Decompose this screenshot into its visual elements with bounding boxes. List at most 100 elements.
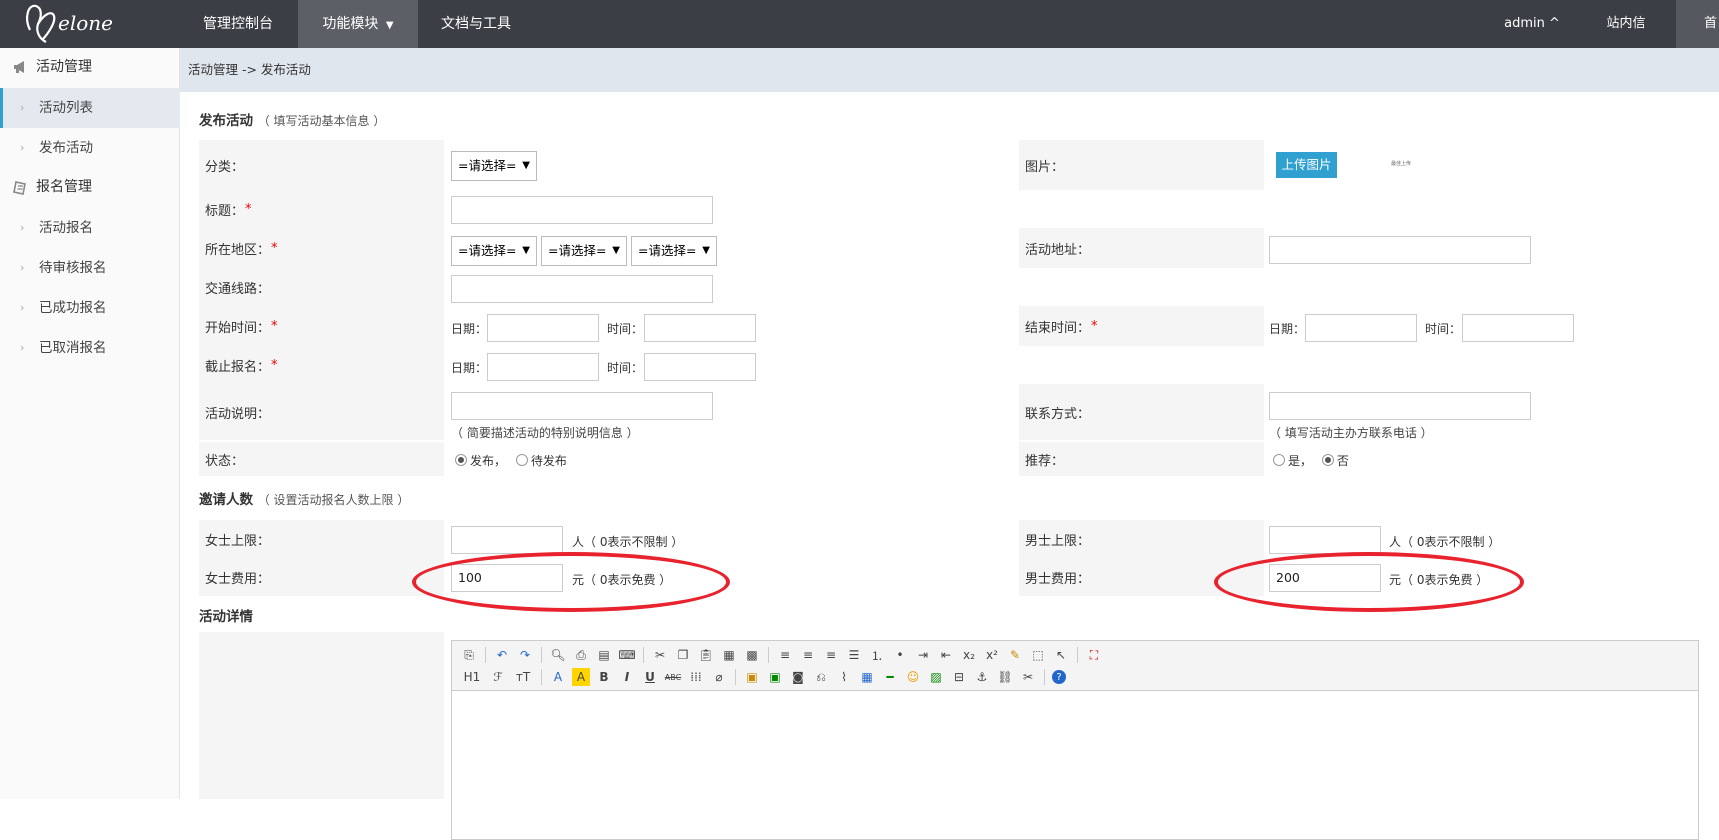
province-select[interactable]: =请选择= ▼ xyxy=(451,236,537,266)
link-icon[interactable]: ⛓ xyxy=(996,668,1014,686)
sidebar-item-activity-registration[interactable]: › 活动报名 xyxy=(0,208,180,248)
help-icon[interactable]: ? xyxy=(1052,670,1066,684)
cut-icon[interactable]: ✂ xyxy=(651,646,669,664)
editor-toolbar: ⎘ ↶ ↷ 🔍︎ ⎙ ▤ ⌨ ✂ ❐ 📋︎ ▦ ▩ ≡ ≡ ≡ ☰ ⒈ • ⇥ … xyxy=(452,641,1698,691)
label-text: 结束时间： xyxy=(1025,320,1091,336)
nav-console[interactable]: 管理控制台 xyxy=(182,0,294,48)
sidebar-group-activity[interactable]: 活动管理 xyxy=(0,48,180,86)
start-date-input[interactable] xyxy=(487,314,599,342)
end-date-input[interactable] xyxy=(1305,314,1417,342)
sidebar-item-label: 活动列表 xyxy=(39,100,93,116)
strikethrough-icon[interactable]: ABC xyxy=(664,668,682,686)
horizontal-rule-icon[interactable]: ━ xyxy=(881,668,899,686)
undo-icon[interactable]: ↶ xyxy=(493,646,511,664)
source-icon[interactable]: ⎘ xyxy=(460,646,478,664)
insert-map-icon[interactable]: ▨ xyxy=(927,668,945,686)
font-family-icon[interactable]: ℱ xyxy=(489,668,507,686)
sidebar-item-cancelled-registration[interactable]: › 已取消报名 xyxy=(0,328,180,368)
topbar-right-button[interactable]: 首 xyxy=(1676,0,1719,48)
outdent-icon[interactable]: ⇤ xyxy=(937,646,955,664)
select-value: =请选择= xyxy=(548,243,607,258)
page-break-icon[interactable]: ⊟ xyxy=(950,668,968,686)
user-menu[interactable]: admin ^ xyxy=(1492,0,1572,48)
superscript-icon[interactable]: x² xyxy=(983,646,1001,664)
underline-icon[interactable]: U xyxy=(641,668,659,686)
copy-icon[interactable]: ❐ xyxy=(674,646,692,664)
category-select[interactable]: =请选择= ▼ xyxy=(451,151,537,181)
female-limit-input[interactable] xyxy=(451,526,563,554)
eraser-icon[interactable]: ⌀ xyxy=(710,668,728,686)
description-input[interactable] xyxy=(451,392,713,420)
transport-input[interactable] xyxy=(451,275,713,303)
deadline-date-input[interactable] xyxy=(487,353,599,381)
messages-link[interactable]: 站内信 xyxy=(1596,0,1656,48)
end-time-input[interactable] xyxy=(1462,314,1574,342)
clear-format-icon[interactable]: ✎ xyxy=(1006,646,1024,664)
heading-icon[interactable]: H1 xyxy=(460,668,484,686)
sidebar-group-registration[interactable]: 报名管理 xyxy=(0,168,180,206)
attachment-icon[interactable]: ⌇ xyxy=(835,668,853,686)
nav-docs[interactable]: 文档与工具 xyxy=(426,0,526,48)
nav-modules[interactable]: 功能模块 ▼ xyxy=(298,0,418,48)
status-publish-radio[interactable]: 发布， xyxy=(455,454,506,468)
recommend-yes-radio[interactable]: 是， xyxy=(1273,454,1312,468)
redo-icon[interactable]: ↷ xyxy=(516,646,534,664)
select-all-icon[interactable]: ⬚ xyxy=(1029,646,1047,664)
insert-table-icon[interactable]: ▦ xyxy=(858,668,876,686)
sidebar-item-pending-registration[interactable]: › 待审核报名 xyxy=(0,248,180,288)
align-left-icon[interactable]: ≡ xyxy=(776,646,794,664)
status-pending-radio[interactable]: 待发布 xyxy=(515,454,567,468)
ordered-list-icon[interactable]: ⒈ xyxy=(868,646,886,664)
unlink-icon[interactable]: ✂ xyxy=(1019,668,1037,686)
emoticon-icon[interactable]: ☺ xyxy=(904,668,922,686)
align-right-icon[interactable]: ≡ xyxy=(822,646,840,664)
text-color-icon[interactable]: A xyxy=(549,668,567,686)
logo[interactable]: elone xyxy=(22,0,132,48)
bold-icon[interactable]: B xyxy=(595,668,613,686)
code-icon[interactable]: ⌨ xyxy=(618,646,636,664)
font-size-icon[interactable]: тT xyxy=(512,668,534,686)
sidebar-item-successful-registration[interactable]: › 已成功报名 xyxy=(0,288,180,328)
indent-icon[interactable]: ⇥ xyxy=(914,646,932,664)
highlight-color-icon[interactable]: A xyxy=(572,668,590,686)
paste-word-icon[interactable]: ▩ xyxy=(743,646,761,664)
male-limit-input[interactable] xyxy=(1269,526,1381,554)
title-input[interactable] xyxy=(451,196,713,224)
paste-icon[interactable]: 📋︎ xyxy=(697,646,715,664)
insert-image-icon[interactable]: ▣ xyxy=(743,668,761,686)
contact-input[interactable] xyxy=(1269,392,1531,420)
insert-flash-icon[interactable]: ▣ xyxy=(766,668,784,686)
recommend-no-radio[interactable]: 否 xyxy=(1321,454,1349,468)
label-female-fee: 女士费用： xyxy=(199,558,444,596)
template-icon[interactable]: ▤ xyxy=(595,646,613,664)
dropdown-arrow-icon: ▼ xyxy=(612,245,620,256)
upload-image-button[interactable]: 上传图片 xyxy=(1276,152,1337,178)
rich-text-editor[interactable]: ⎘ ↶ ↷ 🔍︎ ⎙ ▤ ⌨ ✂ ❐ 📋︎ ▦ ▩ ≡ ≡ ≡ ☰ ⒈ • ⇥ … xyxy=(451,640,1699,840)
district-select[interactable]: =请选择= ▼ xyxy=(631,236,717,266)
fullscreen-icon[interactable]: ⛶ xyxy=(1085,646,1103,664)
justify-icon[interactable]: ☰ xyxy=(845,646,863,664)
align-center-icon[interactable]: ≡ xyxy=(799,646,817,664)
select-value: =请选择= xyxy=(458,158,517,173)
label-text: 男士上限： xyxy=(1025,533,1091,549)
start-time-input[interactable] xyxy=(644,314,756,342)
italic-icon[interactable]: I xyxy=(618,668,636,686)
chevron-down-icon: ▼ xyxy=(385,20,394,31)
label-recommend: 推荐： xyxy=(1019,442,1264,476)
unordered-list-icon[interactable]: • xyxy=(891,646,909,664)
paste-text-icon[interactable]: ▦ xyxy=(720,646,738,664)
address-input[interactable] xyxy=(1269,236,1531,264)
sidebar-item-activity-list[interactable]: › 活动列表 xyxy=(0,88,180,128)
insert-file-icon[interactable]: ⎌ xyxy=(812,668,830,686)
city-select[interactable]: =请选择= ▼ xyxy=(541,236,627,266)
insert-media-icon[interactable]: ◙ xyxy=(789,668,807,686)
sidebar-item-publish-activity[interactable]: › 发布活动 xyxy=(0,128,180,168)
subscript-icon[interactable]: x₂ xyxy=(960,646,978,664)
status-radio-group: 发布， 待发布 xyxy=(455,452,567,469)
preview-icon[interactable]: 🔍︎ xyxy=(549,646,567,664)
anchor-icon[interactable]: ⚓ xyxy=(973,668,991,686)
deadline-time-input[interactable] xyxy=(644,353,756,381)
pointer-icon[interactable]: ↖ xyxy=(1052,646,1070,664)
line-height-icon[interactable]: ⁞⁞⁞ xyxy=(687,668,705,686)
print-icon[interactable]: ⎙ xyxy=(572,646,590,664)
